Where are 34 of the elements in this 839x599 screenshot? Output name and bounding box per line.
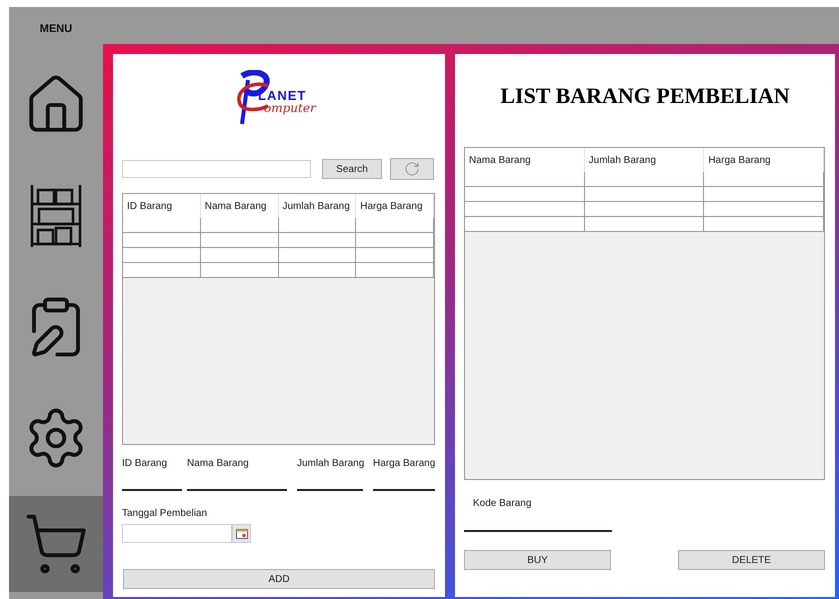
search-field[interactable] xyxy=(122,160,311,178)
column-header: ID Barang xyxy=(123,194,201,218)
refresh-icon xyxy=(404,161,420,177)
input-line[interactable] xyxy=(464,530,612,532)
field-label: ID Barang xyxy=(122,458,168,469)
date-label: Tanggal Pembelian xyxy=(122,508,208,519)
shelf-icon xyxy=(29,184,83,248)
logo-text: LANET xyxy=(258,88,306,103)
buy-button[interactable]: BUY xyxy=(464,550,611,570)
menu-title: MENU xyxy=(38,22,74,37)
column-header: Harga Barang xyxy=(356,194,434,218)
input-line[interactable] xyxy=(122,489,182,491)
input-line[interactable] xyxy=(187,489,287,491)
calendar-button[interactable] xyxy=(232,524,251,543)
field-label: Nama Barang xyxy=(187,458,249,469)
calendar-icon xyxy=(236,528,248,538)
add-button[interactable]: ADD xyxy=(123,569,435,589)
delete-button[interactable]: DELETE xyxy=(678,550,825,570)
menu-item[interactable] xyxy=(9,496,103,592)
logo-text: omputer xyxy=(264,101,316,115)
column-header: Jumlah Barang xyxy=(278,194,356,218)
column-header: Jumlah Barang xyxy=(584,148,704,172)
date-field[interactable] xyxy=(122,524,232,543)
page-title: LIST BARANG PEMBELIAN xyxy=(499,83,791,109)
input-line[interactable] xyxy=(373,489,435,491)
column-header: Nama Barang xyxy=(465,148,585,172)
code-label: Kode Barang xyxy=(473,498,532,509)
field-label: Harga Barang xyxy=(373,458,436,469)
refresh-button[interactable] xyxy=(390,158,434,180)
input-line[interactable] xyxy=(297,489,363,491)
field-label: Jumlah Barang xyxy=(297,458,364,469)
search-button[interactable]: Search xyxy=(322,159,382,179)
column-header: Harga Barang xyxy=(704,148,824,172)
column-header: Nama Barang xyxy=(200,194,278,218)
